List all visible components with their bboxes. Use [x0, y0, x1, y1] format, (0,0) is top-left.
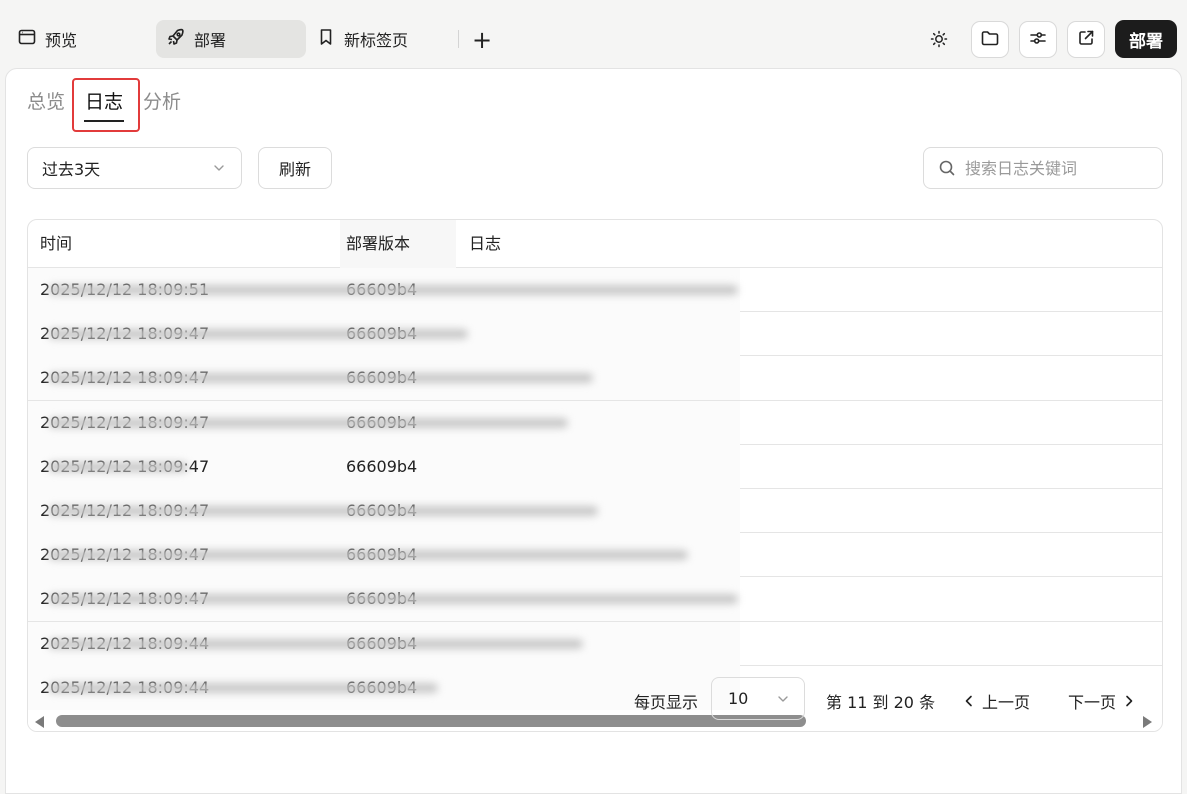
column-header-time[interactable]: 时间 [40, 220, 72, 268]
page-range-text: 第 11 到 20 条 [826, 693, 936, 712]
highlight-annotation [72, 78, 140, 132]
scroll-left-arrow-icon[interactable] [35, 716, 44, 728]
table-body: 2025/12/12 18:09:51 66609b4 2025/12/12 1… [28, 268, 1162, 710]
open-folder-button[interactable] [971, 21, 1009, 58]
tab-divider [458, 30, 459, 48]
scrollbar-thumb[interactable] [56, 715, 806, 727]
search-input[interactable] [965, 158, 1145, 178]
deploy-panel: 总览 日志 分析 过去3天 刷新 时间 部署版本 日志 2025/12/12 1… [5, 68, 1182, 794]
subtab-overview[interactable]: 总览 [27, 87, 65, 114]
tab-deploy[interactable]: 部署 [156, 20, 306, 58]
table-row[interactable]: 2025/12/12 18:09:47 66609b4 [28, 577, 1162, 622]
table-row[interactable]: 2025/12/12 18:09:47 66609b4 [28, 444, 1162, 489]
refresh-button[interactable]: 刷新 [258, 147, 332, 189]
page-size-select[interactable]: 10 [711, 677, 805, 720]
next-page-button[interactable]: 下一页 [1068, 689, 1135, 713]
next-page-label: 下一页 [1068, 693, 1117, 712]
chevron-down-icon [778, 696, 788, 702]
search-icon [939, 160, 955, 176]
sliders-icon [1028, 28, 1048, 52]
time-range-select[interactable]: 过去3天 [27, 147, 242, 189]
log-table: 时间 部署版本 日志 2025/12/12 18:09:51 66609b4 2… [27, 219, 1163, 732]
column-header-log[interactable]: 日志 [469, 220, 501, 268]
tab-preview[interactable]: 预览 [12, 20, 142, 58]
tab-label: 新标签页 [344, 31, 409, 50]
tab-label: 预览 [45, 31, 78, 50]
prev-page-button[interactable]: 上一页 [963, 689, 1030, 713]
column-header-version[interactable]: 部署版本 [340, 220, 456, 268]
page-size-value: 10 [728, 689, 749, 708]
browser-window-icon [17, 27, 37, 51]
external-link-icon [1076, 28, 1096, 52]
table-row[interactable]: 2025/12/12 18:09:47 66609b4 [28, 356, 1162, 401]
prev-page-label: 上一页 [982, 693, 1031, 712]
add-tab-button[interactable]: + [468, 26, 496, 54]
tab-new-tab[interactable]: 新标签页 [310, 20, 450, 58]
bookmark-icon [316, 27, 336, 51]
tab-label: 部署 [194, 31, 227, 50]
chevron-left-icon [965, 695, 972, 707]
chevron-right-icon [1126, 695, 1133, 707]
chevron-down-icon [214, 165, 224, 171]
table-row[interactable]: 2025/12/12 18:09:47 66609b4 [28, 533, 1162, 578]
settings-button[interactable] [1019, 21, 1057, 58]
table-row[interactable]: 2025/12/12 18:09:47 66609b4 [28, 488, 1162, 534]
rocket-icon [166, 27, 186, 51]
sun-icon[interactable] [925, 25, 953, 53]
scroll-right-arrow-icon[interactable] [1143, 716, 1152, 728]
horizontal-scrollbar[interactable] [28, 711, 1162, 731]
search-box [923, 147, 1163, 189]
time-range-value: 过去3天 [42, 160, 101, 179]
table-row[interactable]: 2025/12/12 18:09:51 66609b4 [28, 268, 1162, 313]
table-row[interactable]: 2025/12/12 18:09:47 66609b4 [28, 312, 1162, 357]
subtab-analysis[interactable]: 分析 [143, 87, 181, 114]
per-page-label: 每页显示 [634, 693, 699, 712]
version-cell: 66609b4 [346, 456, 418, 476]
deploy-button[interactable]: 部署 [1115, 20, 1177, 58]
top-bar: 预览 部署 新标签页 + 部署 [0, 0, 1187, 72]
folder-icon [980, 28, 1000, 52]
open-external-button[interactable] [1067, 21, 1105, 58]
table-header: 时间 部署版本 日志 [28, 220, 1162, 268]
table-row[interactable]: 2025/12/12 18:09:47 66609b4 [28, 400, 1162, 445]
table-row[interactable]: 2025/12/12 18:09:44 66609b4 [28, 621, 1162, 666]
